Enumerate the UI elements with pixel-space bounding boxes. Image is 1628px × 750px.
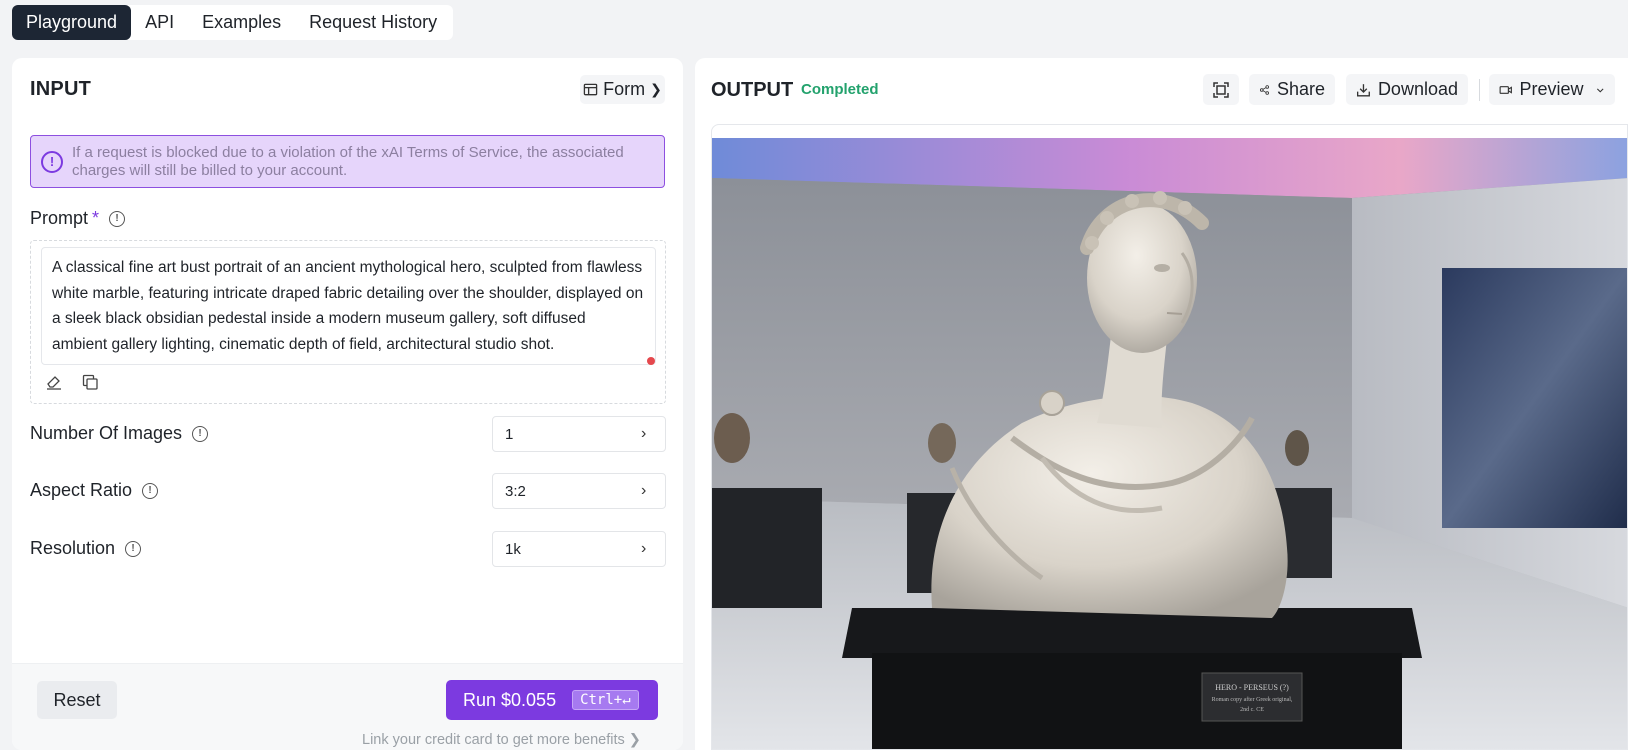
plaque-line-3: 2nd c. CE xyxy=(1240,707,1264,713)
tab-api[interactable]: API xyxy=(131,5,188,40)
download-icon xyxy=(1356,83,1370,96)
output-title: OUTPUT xyxy=(711,79,794,101)
aspect-ratio-label-text: Aspect Ratio xyxy=(30,480,133,500)
generated-bust-image: HERO - PERSEUS (?) Roman copy after Gree… xyxy=(712,138,1627,749)
eraser-icon[interactable] xyxy=(43,371,65,393)
tab-request-history[interactable]: Request History xyxy=(295,5,451,40)
alert-icon: ! xyxy=(41,150,63,173)
reset-button[interactable]: Reset xyxy=(37,681,117,719)
info-icon[interactable]: ! xyxy=(109,210,126,227)
resolution-select[interactable]: 1k › xyxy=(492,531,666,567)
output-image[interactable]: HERO - PERSEUS (?) Roman copy after Gree… xyxy=(712,138,1627,749)
copy-icon[interactable] xyxy=(79,371,101,393)
resolution-value: 1k xyxy=(505,540,521,558)
prompt-container: A classical fine art bust portrait of an… xyxy=(30,240,666,404)
chevron-right-icon: › xyxy=(641,482,647,499)
share-button[interactable]: Share xyxy=(1249,74,1335,105)
tos-notice-text: If a request is blocked due to a violati… xyxy=(72,143,624,179)
resolution-label: Resolution ! xyxy=(30,538,142,559)
share-icon xyxy=(1259,84,1269,95)
input-title: INPUT xyxy=(30,78,91,100)
prompt-label-text: Prompt xyxy=(30,208,89,228)
form-button[interactable]: Form ❯ xyxy=(580,75,665,104)
prompt-label: Prompt * ! xyxy=(30,208,126,229)
top-tabs: Playground API Examples Request History xyxy=(12,5,454,40)
number-of-images-select[interactable]: 1 › xyxy=(492,416,666,452)
preview-dropdown[interactable]: Preview xyxy=(1489,74,1615,105)
number-of-images-label-text: Number Of Images xyxy=(30,423,183,443)
input-footer: Reset Run $0.055 Ctrl+↵ Link your credit… xyxy=(12,663,683,750)
aspect-ratio-label: Aspect Ratio ! xyxy=(30,480,159,501)
aspect-ratio-value: 3:2 xyxy=(505,482,526,500)
run-shortcut: Ctrl+↵ xyxy=(572,690,639,710)
prompt-tools xyxy=(43,371,101,393)
status-badge: Completed xyxy=(801,81,879,98)
info-icon[interactable]: ! xyxy=(125,540,142,557)
share-label: Share xyxy=(1276,79,1325,99)
form-button-label: Form xyxy=(603,79,646,99)
resolution-field: Resolution ! 1k › xyxy=(30,531,666,567)
number-of-images-field: Number Of Images ! 1 › xyxy=(30,416,666,452)
credit-card-link[interactable]: Link your credit card to get more benefi… xyxy=(362,732,641,748)
info-icon[interactable]: ! xyxy=(142,482,159,499)
resolution-label-text: Resolution xyxy=(30,538,116,558)
chevron-right-icon: › xyxy=(641,425,647,442)
video-icon xyxy=(1499,85,1512,94)
plaque-line-1: HERO - PERSEUS (?) xyxy=(1215,683,1289,692)
fullscreen-button[interactable] xyxy=(1203,74,1239,105)
toolbar-divider xyxy=(1479,79,1480,101)
status-dot xyxy=(647,357,655,365)
number-of-images-label: Number Of Images ! xyxy=(30,423,209,444)
tab-examples[interactable]: Examples xyxy=(188,5,295,40)
aspect-ratio-field: Aspect Ratio ! 3:2 › xyxy=(30,473,666,509)
form-icon xyxy=(583,83,598,96)
preview-label: Preview xyxy=(1519,79,1584,99)
chevron-right-icon: ❯ xyxy=(650,81,662,97)
tos-notice: ! If a request is blocked due to a viola… xyxy=(30,135,665,188)
plaque-line-2: Roman copy after Greek original, xyxy=(1212,696,1293,703)
info-icon[interactable]: ! xyxy=(192,425,209,442)
tab-playground[interactable]: Playground xyxy=(12,5,132,40)
required-mark: * xyxy=(92,208,100,228)
number-of-images-value: 1 xyxy=(505,425,514,443)
run-button-label: Run $0.055 xyxy=(463,689,557,710)
chevron-down-icon xyxy=(1596,87,1604,92)
output-image-frame: HERO - PERSEUS (?) Roman copy after Gree… xyxy=(711,124,1628,750)
download-label: Download xyxy=(1377,79,1458,99)
run-button[interactable]: Run $0.055 Ctrl+↵ xyxy=(446,680,658,720)
prompt-textarea[interactable]: A classical fine art bust portrait of an… xyxy=(41,247,656,365)
aspect-ratio-select[interactable]: 3:2 › xyxy=(492,473,666,509)
fullscreen-icon xyxy=(1213,81,1229,98)
chevron-right-icon: › xyxy=(641,540,647,557)
input-panel: INPUT Form ❯ ! If a request is blocked d… xyxy=(12,58,683,750)
download-button[interactable]: Download xyxy=(1346,74,1468,105)
output-panel: OUTPUT Completed Share Download Preview xyxy=(695,58,1628,750)
